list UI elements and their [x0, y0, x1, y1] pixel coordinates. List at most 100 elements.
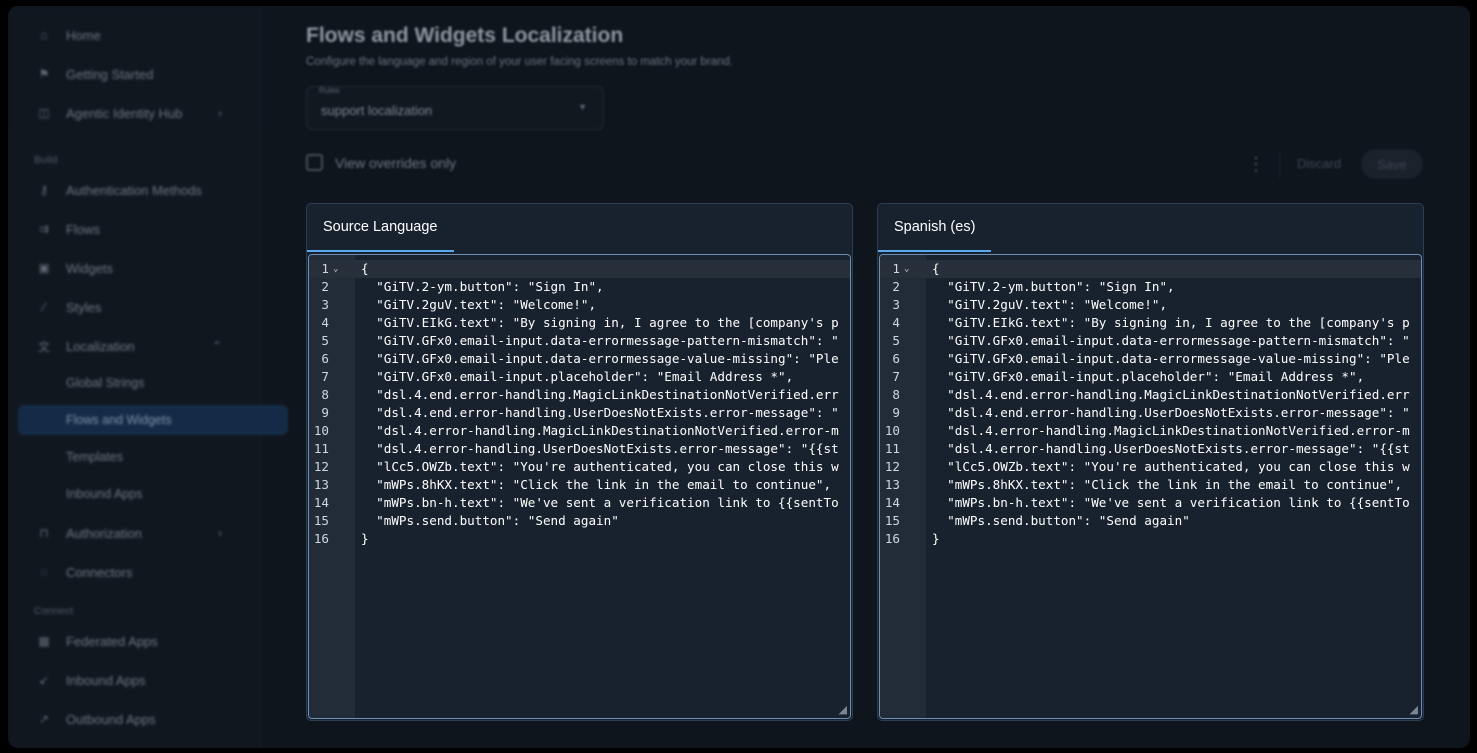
brush-icon: ∕	[42, 300, 45, 314]
sidebar-item-label: Agentic Identity Hub	[66, 105, 183, 121]
tab-source-language[interactable]: Source Language	[307, 204, 454, 252]
code-line[interactable]: 7 "GiTV.GFx0.email-input.placeholder": "…	[309, 368, 850, 386]
page-subtitle: Configure the language and region of you…	[306, 56, 734, 68]
chevron-up-icon: ⌃	[211, 339, 222, 353]
line-number: 13	[884, 477, 900, 492]
code-line[interactable]: 5 "GiTV.GFx0.email-input.data-errormessa…	[880, 332, 1421, 350]
code-line[interactable]: 11 "dsl.4.error-handling.UserDoesNotExis…	[880, 440, 1421, 458]
sidebar-item-connectors[interactable]: ◌ Connectors	[18, 557, 240, 587]
code-line[interactable]: 6 "GiTV.GFx0.email-input.data-errormessa…	[309, 350, 850, 368]
agent-icon: ◫	[38, 106, 50, 120]
code-line[interactable]: 2 "GiTV.2-ym.button": "Sign In",	[880, 278, 1421, 296]
code-line[interactable]: 1 ⌄ {	[309, 260, 850, 278]
fold-chevron-icon[interactable]: ⌄	[904, 260, 909, 278]
code-line[interactable]: 16}	[309, 530, 850, 548]
code-text: "dsl.4.end.error-handling.UserDoesNotExi…	[361, 405, 839, 420]
code-text: "mWPs.bn-h.text": "We've sent a verifica…	[361, 495, 839, 510]
code-text: "GiTV.GFx0.email-input.placeholder": "Em…	[361, 369, 794, 384]
section-label-build: Build	[34, 154, 58, 166]
tab-spanish[interactable]: Spanish (es)	[878, 204, 992, 252]
code-text: "lCc5.OWZb.text": "You're authenticated,…	[932, 459, 1410, 474]
sidebar-item-agentic-identity-hub[interactable]: ◫ Agentic Identity Hub ›	[18, 98, 240, 128]
more-options-icon[interactable]: ⋮	[1247, 154, 1265, 175]
sidebar-item-localization[interactable]: 文 Localization ⌃	[18, 331, 240, 361]
sidebar-item-flows[interactable]: ⇉ Flows	[18, 214, 240, 244]
sidebar-item-authentication-methods[interactable]: ⚷ Authentication Methods	[18, 175, 240, 205]
line-number: 16	[884, 531, 900, 546]
view-overrides-checkbox[interactable]	[306, 154, 323, 171]
fold-chevron-icon[interactable]: ⌄	[333, 260, 338, 278]
sidebar-item-getting-started[interactable]: ⚑ Getting Started	[18, 59, 240, 89]
code-line[interactable]: 3 "GiTV.2guV.text": "Welcome!",	[309, 296, 850, 314]
sidebar-item-label: Connectors	[66, 564, 133, 580]
sidebar-item-home[interactable]: ⌂ Home	[18, 20, 240, 50]
source-code-editor[interactable]: 1 ⌄{2 "GiTV.2-ym.button": "Sign In", 3 "Gi…	[308, 254, 851, 719]
sidebar-item-styles[interactable]: ∕ Styles	[18, 292, 240, 322]
sidebar-item-label: Global Strings	[66, 376, 145, 390]
code-text: "mWPs.bn-h.text": "We've sent a verifica…	[932, 495, 1410, 510]
rules-select[interactable]: Rules support localization ▼	[306, 86, 604, 130]
line-number: 3	[892, 297, 900, 312]
sidebar-item-label: Flows and Widgets	[66, 413, 172, 427]
arrow-out-icon: ↗	[38, 712, 50, 726]
spanish-code-editor[interactable]: 1 ⌄{2 "GiTV.2-ym.button": "Sign In", 3 "Gi…	[879, 254, 1422, 719]
code-line[interactable]: 12 "lCc5.OWZb.text": "You're authenticat…	[309, 458, 850, 476]
code-line[interactable]: 12 "lCc5.OWZb.text": "You're authenticat…	[880, 458, 1421, 476]
line-number: 7	[892, 369, 900, 384]
line-number: 10	[884, 423, 900, 438]
sidebar-item-templates[interactable]: Templates	[18, 442, 288, 472]
code-text: "GiTV.GFx0.email-input.placeholder": "Em…	[932, 369, 1365, 384]
code-line[interactable]: 9 "dsl.4.end.error-handling.UserDoesNotE…	[880, 404, 1421, 422]
sidebar-item-authorization[interactable]: ⊓ Authorization ›	[18, 518, 240, 548]
view-overrides-toggle[interactable]: View overrides only	[306, 154, 456, 171]
discard-button[interactable]: Discard	[1297, 156, 1341, 171]
code-line[interactable]: 6 "GiTV.GFx0.email-input.data-errormessa…	[880, 350, 1421, 368]
code-line[interactable]: 11 "dsl.4.error-handling.UserDoesNotExis…	[309, 440, 850, 458]
sidebar-item-inbound-apps[interactable]: ↙ Inbound Apps	[18, 665, 240, 695]
code-line[interactable]: 16}	[880, 530, 1421, 548]
code-line[interactable]: 15 "mWPs.send.button": "Send again"	[880, 512, 1421, 530]
code-line[interactable]: 4 "GiTV.EIkG.text": "By signing in, I ag…	[880, 314, 1421, 332]
code-line[interactable]: 3 "GiTV.2guV.text": "Welcome!",	[880, 296, 1421, 314]
sidebar-item-global-strings[interactable]: Global Strings	[18, 368, 288, 398]
code-line[interactable]: 4 "GiTV.EIkG.text": "By signing in, I ag…	[309, 314, 850, 332]
line-number: 6	[321, 351, 329, 366]
code-line[interactable]: 14 "mWPs.bn-h.text": "We've sent a verif…	[880, 494, 1421, 512]
save-button[interactable]: Save	[1361, 149, 1423, 179]
sidebar-item-widgets[interactable]: ▣ Widgets	[18, 253, 240, 283]
code-line[interactable]: 15 "mWPs.send.button": "Send again"	[309, 512, 850, 530]
sidebar-item-flows-and-widgets[interactable]: Flows and Widgets	[18, 405, 288, 435]
code-line[interactable]: 13 "mWPs.8hKX.text": "Click the link in …	[880, 476, 1421, 494]
section-label-connect: Connect	[34, 605, 74, 617]
line-number: 5	[321, 333, 329, 348]
code-line[interactable]: 1 ⌄ {	[880, 260, 1421, 278]
code-line[interactable]: 10 "dsl.4.error-handling.MagicLinkDestin…	[880, 422, 1421, 440]
code-text: "dsl.4.end.error-handling.MagicLinkDesti…	[932, 387, 1410, 402]
code-text: "mWPs.8hKX.text": "Click the link in the…	[932, 477, 1403, 492]
sidebar-item-label: Authorization	[66, 525, 142, 541]
home-icon: ⌂	[40, 28, 48, 42]
sidebar-item-federated-apps[interactable]: ▦ Federated Apps	[18, 626, 240, 656]
lock-icon: ⊓	[39, 526, 49, 540]
code-line[interactable]: 13 "mWPs.8hKX.text": "Click the link in …	[309, 476, 850, 494]
resize-handle-icon[interactable]: ◢	[1410, 703, 1418, 716]
code-line[interactable]: 2 "GiTV.2-ym.button": "Sign In",	[309, 278, 850, 296]
code-line[interactable]: 8 "dsl.4.end.error-handling.MagicLinkDes…	[880, 386, 1421, 404]
code-text: "GiTV.GFx0.email-input.data-errormessage…	[361, 351, 839, 366]
sidebar-item-outbound-apps[interactable]: ↗ Outbound Apps	[18, 704, 240, 734]
line-number: 4	[321, 315, 329, 330]
sidebar-item-label: Inbound Apps	[66, 487, 143, 501]
code-line[interactable]: 10 "dsl.4.error-handling.MagicLinkDestin…	[309, 422, 850, 440]
translate-icon: 文	[37, 339, 50, 354]
code-line[interactable]: 5 "GiTV.GFx0.email-input.data-errormessa…	[309, 332, 850, 350]
spanish-tabbar: Spanish (es)	[878, 204, 1423, 254]
code-line[interactable]: 14 "mWPs.bn-h.text": "We've sent a verif…	[309, 494, 850, 512]
code-line[interactable]: 7 "GiTV.GFx0.email-input.placeholder": "…	[880, 368, 1421, 386]
code-text: }	[932, 531, 940, 546]
code-line[interactable]: 8 "dsl.4.end.error-handling.MagicLinkDes…	[309, 386, 850, 404]
resize-handle-icon[interactable]: ◢	[839, 703, 847, 716]
sidebar-item-inbound-apps-sub[interactable]: Inbound Apps	[18, 479, 288, 509]
code-line[interactable]: 9 "dsl.4.end.error-handling.UserDoesNotE…	[309, 404, 850, 422]
sidebar-item-label: Localization	[66, 338, 135, 354]
sidebar-item-label: Outbound Apps	[66, 711, 156, 727]
